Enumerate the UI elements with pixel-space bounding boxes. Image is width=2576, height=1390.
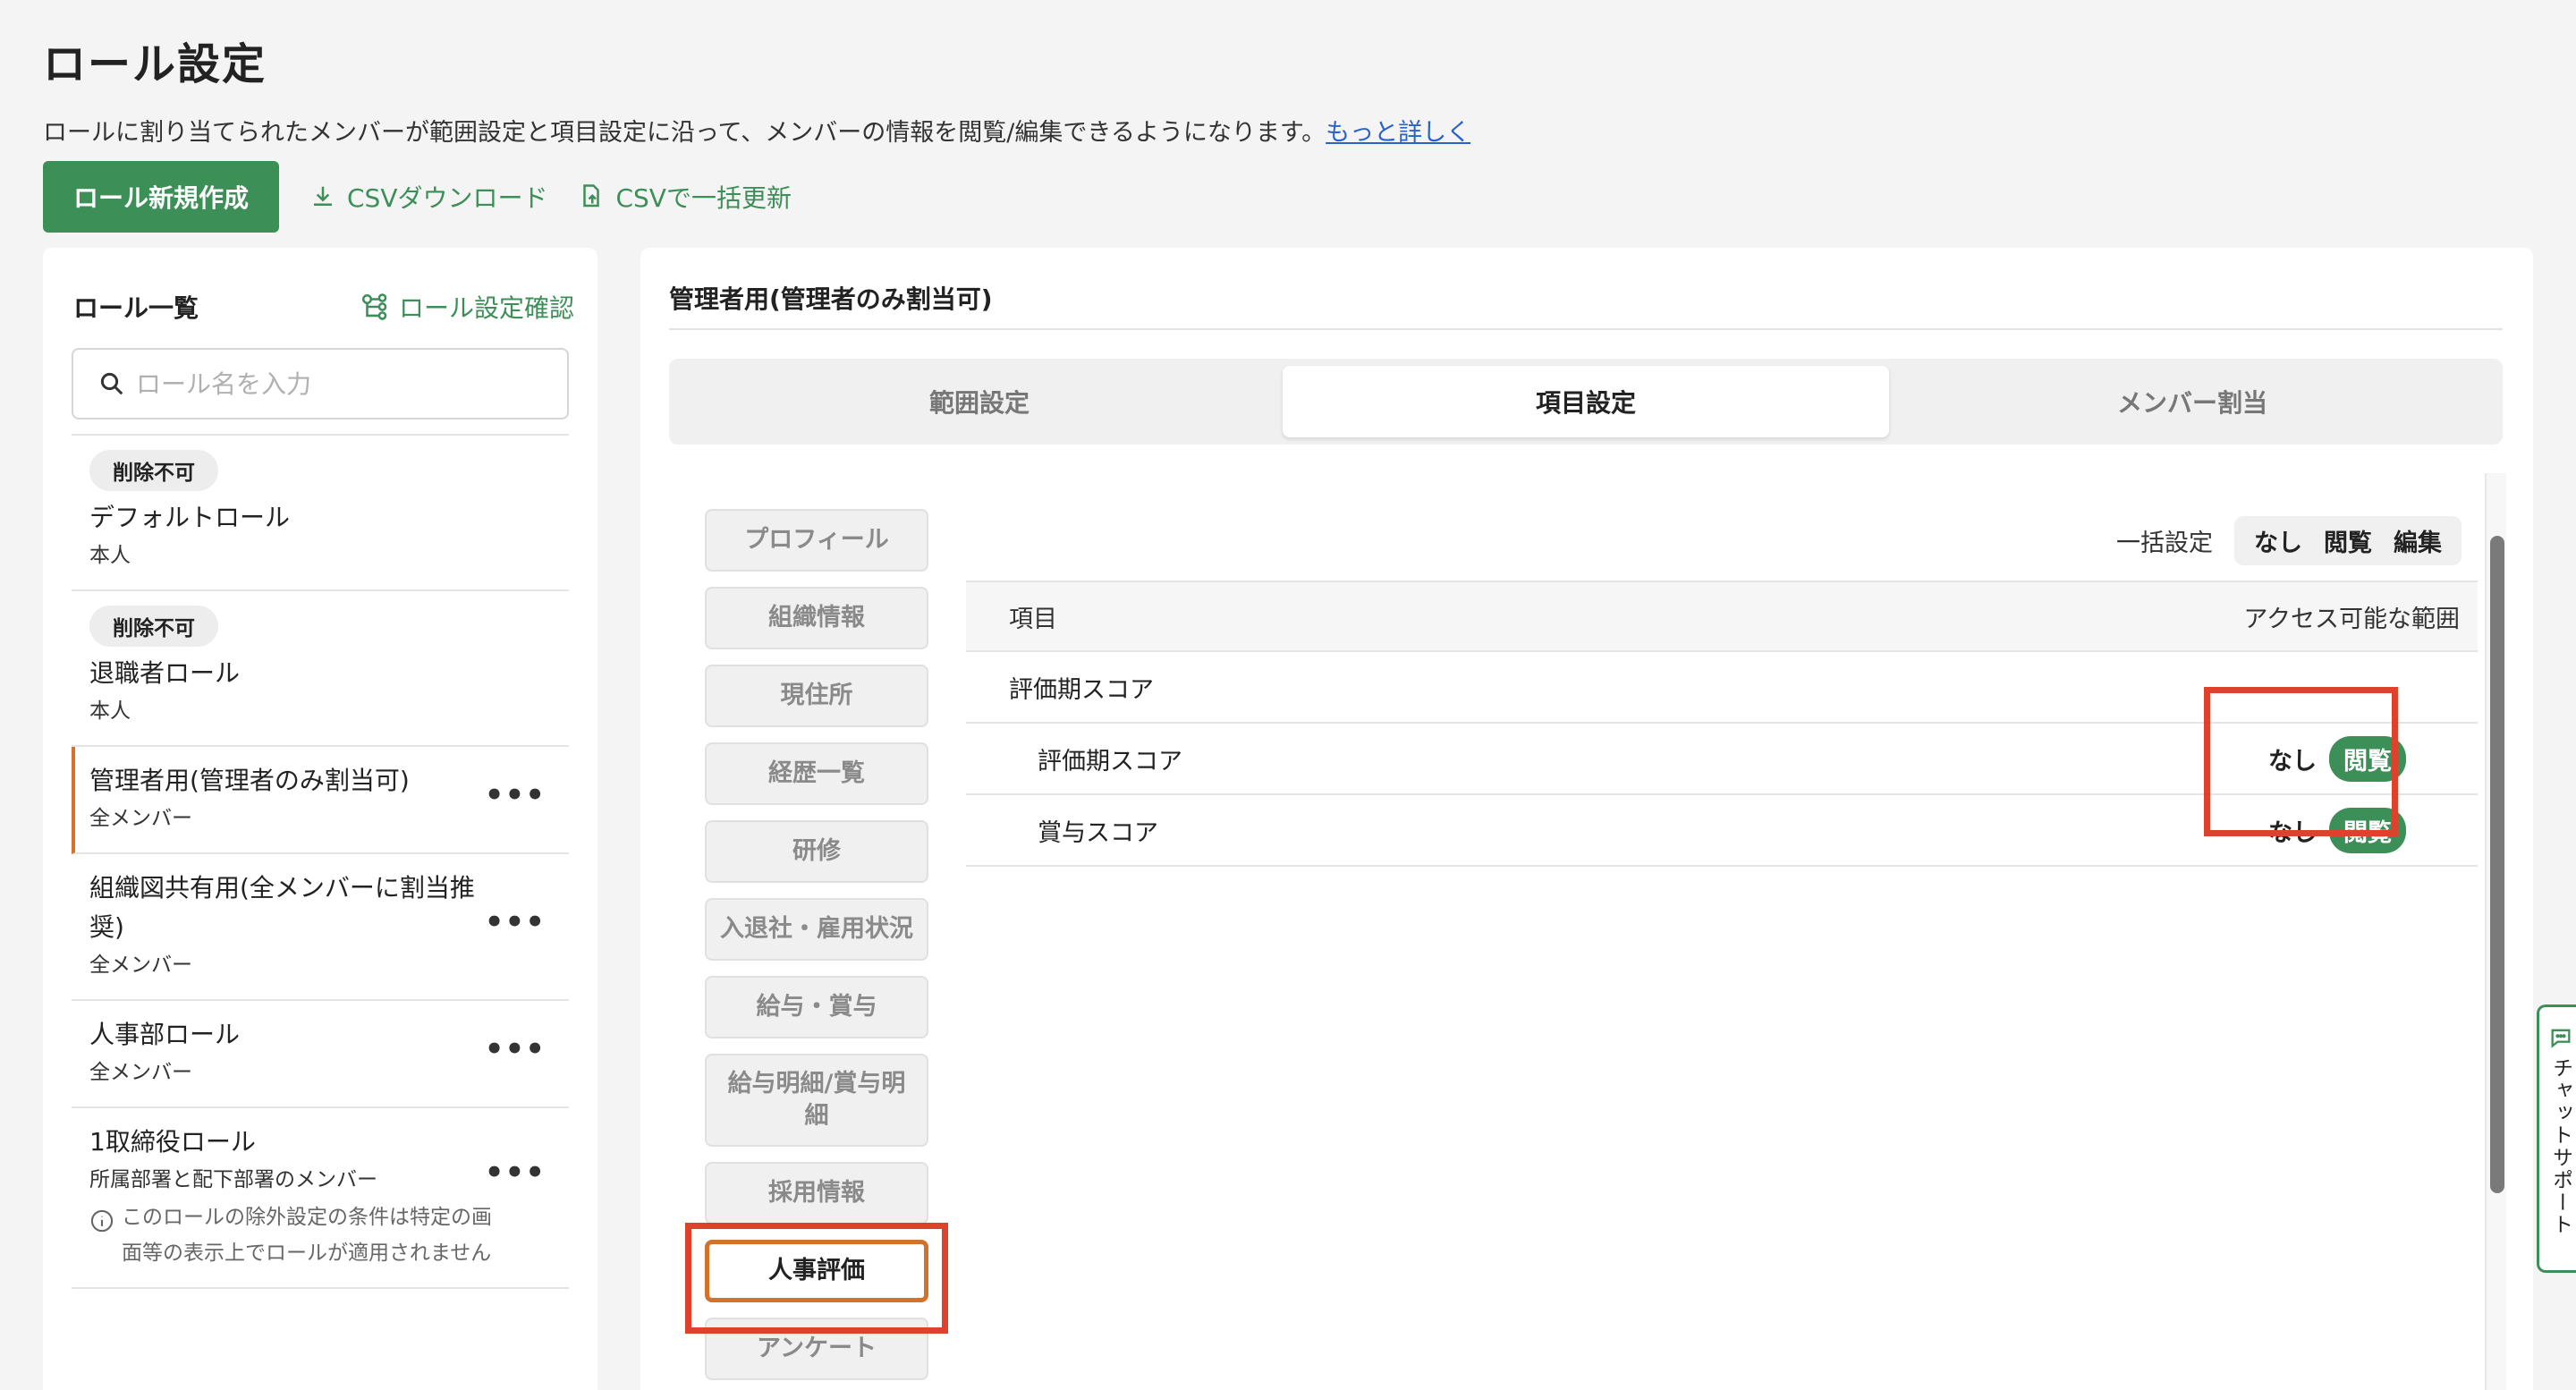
settings-tabs: 範囲設定 項目設定 メンバー割当 [669, 359, 2503, 445]
more-options-button[interactable]: ••• [485, 777, 546, 813]
info-icon [90, 1209, 114, 1233]
role-name: 組織図共有用(全メンバーに割当推奨) [89, 873, 475, 942]
chat-bubble-icon [2551, 1029, 2570, 1048]
category-payslip[interactable]: 給与明細/賞与明細 [705, 1054, 928, 1147]
category-organization[interactable]: 組織情報 [705, 587, 928, 649]
item-label: 賞与スコア [1038, 818, 1158, 847]
bulk-setting-label: 一括設定 [2116, 530, 2213, 557]
scrollbar-thumb[interactable] [2490, 536, 2504, 1193]
description-text: ロールに割り当てられたメンバーが範囲設定と項目設定に沿って、メンバーの情報を閲覧… [43, 119, 1326, 147]
toolbar: ロール新規作成 CSVダウンロード CSVで一括更新 [43, 161, 792, 233]
detail-divider [669, 328, 2503, 330]
role-name: 退職者ロール [89, 658, 241, 688]
access-highlight [2204, 687, 2398, 836]
role-list-header: ロール一覧 ロール設定確認 [73, 289, 574, 325]
bulk-setting-options: なし 閲覧 編集 [2234, 516, 2462, 565]
more-options-button[interactable]: ••• [485, 904, 546, 940]
search-icon [100, 372, 123, 395]
category-career[interactable]: 経歴一覧 [705, 742, 928, 805]
tab-scope-settings[interactable]: 範囲設定 [676, 366, 1283, 437]
role-search-input[interactable] [136, 369, 547, 399]
create-role-button[interactable]: ロール新規作成 [43, 161, 279, 233]
bulk-none-button[interactable]: なし [2243, 520, 2313, 562]
category-recruitment[interactable]: 採用情報 [705, 1162, 928, 1225]
role-scope: 所属部署と配下部署のメンバー [89, 1168, 377, 1191]
category-highlight [685, 1223, 948, 1334]
category-salary[interactable]: 給与・賞与 [705, 976, 928, 1038]
csv-download-label: CSVダウンロード [347, 183, 548, 213]
role-settings-confirm-link[interactable]: ロール設定確認 [360, 289, 574, 325]
group-label: 評価期スコア [1009, 675, 1154, 704]
role-settings-confirm-label: ロール設定確認 [398, 293, 574, 323]
role-name: 管理者用(管理者のみ割当可) [89, 766, 410, 795]
undeletable-badge: 削除不可 [89, 606, 218, 647]
chat-support-label: チャットサポート [2548, 1057, 2572, 1236]
role-list-title: ロール一覧 [73, 293, 199, 323]
role-detail-title: 管理者用(管理者のみ割当可) [669, 284, 993, 314]
download-icon [314, 186, 332, 206]
role-item-default[interactable]: 削除不可 デフォルトロール 本人 [72, 436, 569, 591]
role-scope: 全メンバー [89, 954, 192, 977]
role-item-hr[interactable]: 人事部ロール 全メンバー ••• [72, 1001, 569, 1108]
role-search-box[interactable] [72, 348, 569, 420]
role-name: 人事部ロール [89, 1020, 241, 1049]
role-name: デフォルトロール [89, 503, 291, 532]
org-chart-icon [361, 293, 387, 320]
role-item-admin[interactable]: 管理者用(管理者のみ割当可) 全メンバー ••• [72, 747, 569, 854]
page-title: ロール設定 [43, 39, 267, 89]
role-item-director[interactable]: 1取締役ロール 所属部署と配下部署のメンバー このロールの除外設定の条件は特定の… [72, 1108, 569, 1289]
category-employment[interactable]: 入退社・雇用状況 [705, 898, 928, 961]
category-training[interactable]: 研修 [705, 820, 928, 883]
category-address[interactable]: 現住所 [705, 665, 928, 727]
bulk-setting: 一括設定 なし 閲覧 編集 [2116, 516, 2462, 565]
bulk-view-button[interactable]: 閲覧 [2313, 520, 2383, 562]
role-name: 1取締役ロール [89, 1127, 256, 1157]
file-upload-icon [583, 184, 600, 208]
page-description: ロールに割り当てられたメンバーが範囲設定と項目設定に沿って、メンバーの情報を閲覧… [43, 113, 1470, 148]
item-label: 評価期スコア [1038, 747, 1182, 776]
content-scrollbar[interactable] [2485, 473, 2506, 1390]
header-item: 項目 [1009, 605, 1057, 633]
role-scope: 本人 [89, 544, 131, 567]
chat-support-button[interactable]: チャットサポート [2537, 1004, 2576, 1273]
bulk-edit-button[interactable]: 編集 [2383, 520, 2453, 562]
role-list-panel: ロール一覧 ロール設定確認 削除不可 デフォルトロール 本人 削除不可 退職者ロ… [43, 248, 597, 1390]
role-item-org-chart[interactable]: 組織図共有用(全メンバーに割当推奨) 全メンバー ••• [72, 854, 569, 1001]
csv-update-button[interactable]: CSVで一括更新 [578, 179, 792, 215]
tab-item-settings[interactable]: 項目設定 [1283, 366, 1889, 437]
role-note-text: このロールの除外設定の条件は特定の画面等の表示上でロールが適用されません [122, 1206, 492, 1265]
csv-download-button[interactable]: CSVダウンロード [309, 179, 547, 215]
more-link[interactable]: もっと詳しく [1326, 119, 1470, 147]
role-scope: 本人 [89, 699, 131, 723]
role-scope: 全メンバー [89, 807, 192, 830]
more-options-button[interactable]: ••• [485, 1031, 546, 1067]
role-scope: 全メンバー [89, 1061, 192, 1084]
role-note: このロールの除外設定の条件は特定の画面等の表示上でロールが適用されません [89, 1199, 551, 1271]
csv-update-label: CSVで一括更新 [615, 183, 792, 213]
role-detail-panel: 管理者用(管理者のみ割当可) 範囲設定 項目設定 メンバー割当 プロフィール 組… [640, 248, 2533, 1390]
undeletable-badge: 削除不可 [89, 450, 218, 491]
header-access-scope: アクセス可能な範囲 [2243, 605, 2460, 633]
role-list: 削除不可 デフォルトロール 本人 削除不可 退職者ロール 本人 管理者用(管理者… [72, 434, 569, 1289]
tab-member-assignment[interactable]: メンバー割当 [1889, 366, 2496, 437]
table-header: 項目 アクセス可能な範囲 [966, 581, 2478, 652]
role-item-retired[interactable]: 削除不可 退職者ロール 本人 [72, 591, 569, 747]
more-options-button[interactable]: ••• [485, 1155, 546, 1191]
category-profile[interactable]: プロフィール [705, 509, 928, 572]
